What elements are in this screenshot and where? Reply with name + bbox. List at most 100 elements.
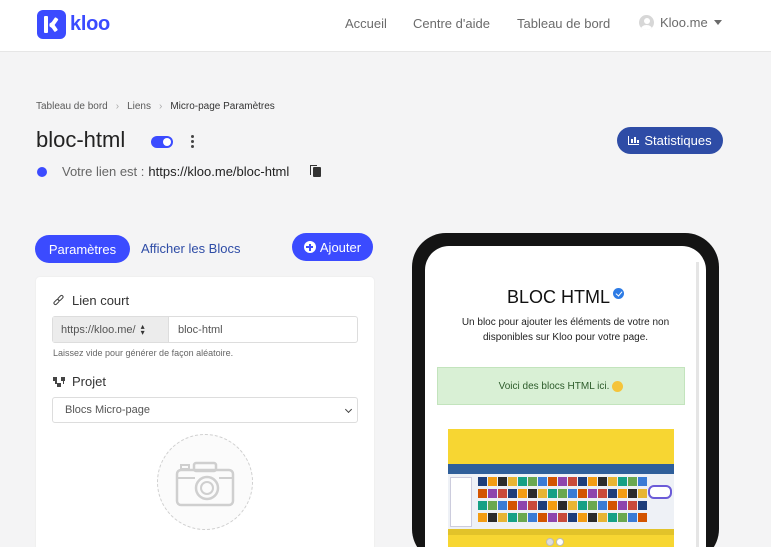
screenshot-tile [558,477,567,486]
screenshot-tile [578,477,587,486]
top-navbar: kloo Accueil Centre d'aide Tableau de bo… [0,0,771,52]
screenshot-tile [518,501,527,510]
add-block-button[interactable]: Ajouter [292,233,373,261]
statistics-button[interactable]: Statistiques [617,127,723,154]
image-upload[interactable] [157,434,253,530]
screenshot-tile [478,501,487,510]
link-prefix: Votre lien est : [62,164,145,179]
project-icon [53,376,66,387]
screenshot-tile [598,501,607,510]
screenshot-tile [608,513,617,522]
tab-afficher-blocs[interactable]: Afficher les Blocs [141,241,240,256]
screenshot-tile [518,489,527,498]
screenshot-tile [488,501,497,510]
screenshot-tile [508,489,517,498]
screenshot-tile [608,477,617,486]
link-url[interactable]: https://kloo.me/bloc-html [148,164,289,179]
screenshot-tile [478,477,487,486]
screenshot-tile [538,501,547,510]
user-name: Kloo.me [660,15,708,30]
kebab-icon[interactable] [191,135,195,149]
screenshot-tile [538,513,547,522]
tab-parametres[interactable]: Paramètres [35,235,130,263]
preview-alert: Voici des blocs HTML ici. [437,367,685,405]
preview-title: BLOC HTML [506,287,611,307]
screenshot-tile [538,477,547,486]
screenshot-tile [528,489,537,498]
screenshot-tile [568,501,577,510]
user-icon [639,15,654,30]
screenshot-tile [568,489,577,498]
screenshot-tile [478,513,487,522]
project-select[interactable]: Blocs Micro-page [52,397,358,423]
chevron-down-icon [344,405,353,414]
breadcrumb-current: Micro-page Paramètres [170,101,275,112]
short-link-input[interactable]: bloc-html [169,317,357,342]
screenshot-tile [618,513,627,522]
brand-logo[interactable]: kloo [37,10,110,39]
brand-name: kloo [70,13,110,35]
sort-arrows-icon: ▴ ▾ [140,321,145,337]
slider-dot[interactable] [556,538,564,546]
link-icon [52,294,65,306]
domain-value: https://kloo.me/ [61,323,136,336]
project-label: Projet [72,374,106,389]
screenshot-tile [558,501,567,510]
breadcrumb-separator-icon: › [115,101,120,112]
copy-icon[interactable] [310,164,322,177]
breadcrumb-links[interactable]: Liens [127,101,151,112]
screenshot-tile [598,477,607,486]
screenshot-tile [638,489,647,498]
screenshot-tile [498,477,507,486]
verified-icon [613,288,625,299]
breadcrumb: Tableau de bord › Liens › Micro-page Par… [36,101,275,112]
short-link-input-group: https://kloo.me/ ▴ ▾ bloc-html [52,316,358,343]
screenshot-tile [518,513,527,522]
breadcrumb-dashboard[interactable]: Tableau de bord [36,101,108,112]
screenshot-header [448,464,674,474]
screenshot-tile [568,477,577,486]
plus-icon [303,241,316,253]
preview-alert-text: Voici des blocs HTML ici. [498,380,610,392]
screenshot-tile [508,501,517,510]
screenshot-tile [628,489,637,498]
short-link-label-row: Lien court [52,293,130,308]
screenshot-tile [548,489,557,498]
short-link-label: Lien court [72,293,130,308]
screenshot-tile [638,501,647,510]
screenshot-tile [528,477,537,486]
screenshot-badge [648,485,672,499]
screenshot-tile [628,477,637,486]
nav-accueil[interactable]: Accueil [345,16,387,31]
add-block-label: Ajouter [319,239,362,255]
project-selected: Blocs Micro-page [65,404,150,416]
screenshot-tile [588,501,597,510]
slider-dot[interactable] [546,538,554,546]
enabled-toggle[interactable] [151,136,173,148]
preview-description: Un bloc pour ajouter les éléments de vot… [461,317,670,343]
statistics-label: Statistiques [644,133,712,148]
nav-dashboard[interactable]: Tableau de bord [517,16,610,31]
chevron-down-icon [713,20,722,25]
screenshot-tile [508,477,517,486]
screenshot-tile [578,501,587,510]
screenshot-tile [548,513,557,522]
nav-help-center[interactable]: Centre d'aide [413,16,490,31]
screenshot-tile [528,513,537,522]
short-link-value: bloc-html [178,323,223,336]
screenshot-tile [608,489,617,498]
screenshot-tile [638,513,647,522]
logo-icon [37,10,66,39]
screenshot-tile [588,489,597,498]
chart-icon [628,136,640,145]
screenshot-tile [618,501,627,510]
user-menu[interactable]: Kloo.me [639,15,722,30]
screenshot-tile [608,501,617,510]
screenshot-tile [618,489,627,498]
short-link-help: Laissez vide pour générer de façon aléat… [53,348,234,358]
screenshot-tile [548,501,557,510]
domain-select[interactable]: https://kloo.me/ ▴ ▾ [53,317,169,342]
preview-image-slider[interactable] [448,429,674,547]
screenshot-tile [618,477,627,486]
project-label-row: Projet [53,374,106,389]
